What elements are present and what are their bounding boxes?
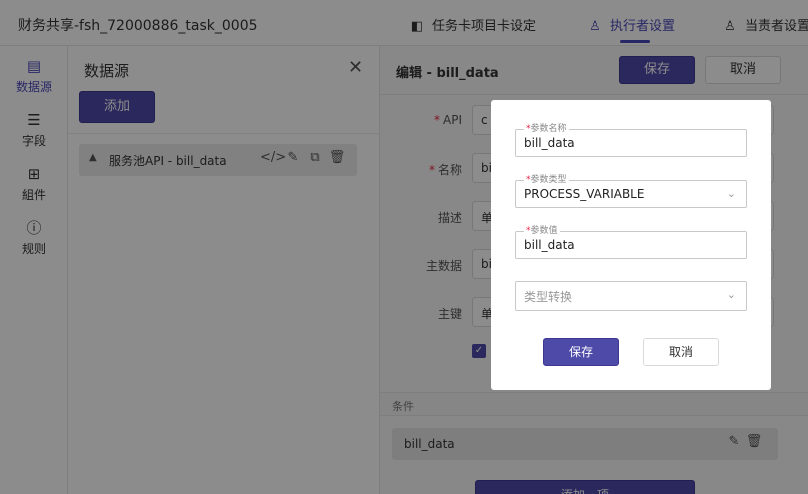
- modal-save-button[interactable]: 保存: [543, 338, 619, 366]
- param-type-value: PROCESS_VARIABLE: [524, 187, 645, 201]
- field-label: *参数名称: [524, 124, 569, 134]
- field-label: *参数类型: [524, 175, 569, 185]
- modal-cancel-button[interactable]: 取消: [643, 338, 719, 366]
- param-value-field[interactable]: *参数值 bill_data: [515, 226, 747, 259]
- parameter-modal: *参数名称 bill_data *参数类型 PROCESS_VARIABLE ⌄…: [491, 100, 771, 390]
- param-name-field[interactable]: *参数名称 bill_data: [515, 124, 747, 157]
- field-label: *参数值: [524, 226, 560, 236]
- chevron-down-icon: ⌄: [726, 187, 736, 200]
- param-value-value: bill_data: [524, 238, 575, 252]
- param-type-select[interactable]: *参数类型 PROCESS_VARIABLE ⌄: [515, 175, 747, 208]
- chevron-down-icon: ⌄: [726, 288, 736, 301]
- type-conversion-placeholder: 类型转换: [524, 290, 573, 304]
- param-name-value: bill_data: [524, 136, 575, 150]
- type-conversion-select[interactable]: 类型转换 ⌄: [515, 281, 747, 311]
